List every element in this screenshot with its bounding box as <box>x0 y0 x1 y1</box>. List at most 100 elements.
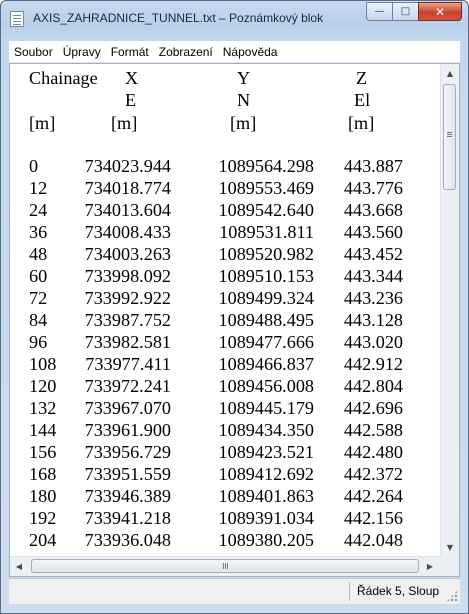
chainage-cell: 48 <box>29 244 48 264</box>
minimize-button[interactable]: — <box>366 2 392 21</box>
chainage-cell: 72 <box>29 288 48 308</box>
header-el: El <box>354 90 371 110</box>
elevation-cell: 443.668 <box>343 200 403 220</box>
elevation-cell: 442.156 <box>343 508 403 528</box>
chainage-cell: 120 <box>29 376 57 396</box>
notepad-window: AXIS_ZAHRADNICE_TUNNEL.txt – Poznámkový … <box>0 0 469 614</box>
elevation-cell: 443.236 <box>343 288 403 308</box>
vertical-scroll-thumb[interactable] <box>443 84 456 190</box>
elevation-cell: 443.344 <box>343 266 403 286</box>
northing-cell: 1089564.298 <box>218 156 314 176</box>
table-row: 60 733998.092 1089510.153 443.344 <box>10 265 440 289</box>
chainage-cell: 12 <box>29 178 48 198</box>
northing-cell: 1089531.811 <box>219 222 314 242</box>
table-row: 72 733992.922 1089499.324 443.236 <box>10 287 440 311</box>
easting-cell: 733941.218 <box>84 508 171 528</box>
easting-cell: 734003.263 <box>84 244 171 264</box>
elevation-cell: 442.912 <box>343 354 403 374</box>
scroll-up-arrow-icon[interactable]: ▲ <box>442 65 458 81</box>
header-unit-x: [m] <box>111 113 138 133</box>
window-title: AXIS_ZAHRADNICE_TUNNEL.txt – Poznámkový … <box>33 11 324 25</box>
caption-buttons: — □ ✕ <box>366 2 462 22</box>
easting-cell: 733977.411 <box>85 354 171 374</box>
header-z: Z <box>356 68 368 88</box>
title-bar[interactable]: AXIS_ZAHRADNICE_TUNNEL.txt – Poznámkový … <box>1 1 468 38</box>
vertical-scrollbar[interactable]: ▲ ▼ <box>440 64 459 557</box>
elevation-cell: 442.372 <box>343 464 403 484</box>
easting-cell: 733972.241 <box>84 376 171 396</box>
easting-cell: 734008.433 <box>84 222 171 242</box>
table-row: 96 733982.581 1089477.666 443.020 <box>10 331 440 355</box>
easting-cell: 733946.389 <box>84 486 171 506</box>
menu-upravy[interactable]: Úpravy <box>58 42 106 62</box>
table-row: 132 733967.070 1089445.179 442.696 <box>10 397 440 421</box>
table-row: 120 733972.241 1089456.008 442.804 <box>10 375 440 399</box>
table-row: 36 734008.433 1089531.811 443.560 <box>10 221 440 245</box>
northing-cell: 1089488.495 <box>218 310 314 330</box>
northing-cell: 1089499.324 <box>218 288 314 308</box>
northing-cell: 1089423.521 <box>218 442 314 462</box>
chainage-cell: 0 <box>29 156 39 176</box>
chainage-cell: 180 <box>29 486 57 506</box>
chainage-cell: 108 <box>29 354 57 374</box>
easting-cell: 733998.092 <box>84 266 171 286</box>
easting-cell: 733992.922 <box>84 288 171 308</box>
easting-cell: 733987.752 <box>84 310 171 330</box>
northing-cell: 1089391.034 <box>218 508 314 528</box>
text-editor[interactable]: Chainage X Y Z E N El [m] [m] [m] [m] 0 7… <box>9 63 460 577</box>
table-row: 0 734023.944 1089564.298 443.887 <box>10 155 440 179</box>
horizontal-scroll-thumb[interactable] <box>31 559 419 573</box>
easting-cell: 733961.900 <box>84 420 171 440</box>
maximize-button[interactable]: □ <box>392 2 418 21</box>
chainage-cell: 36 <box>29 222 48 242</box>
elevation-cell: 443.128 <box>343 310 403 330</box>
document-text[interactable]: Chainage X Y Z E N El [m] [m] [m] [m] 0 7… <box>10 64 440 556</box>
easting-cell: 734018.774 <box>84 178 171 198</box>
table-row: 48 734003.263 1089520.982 443.452 <box>10 243 440 267</box>
scroll-down-arrow-icon[interactable]: ▼ <box>442 539 458 555</box>
easting-cell: 733951.559 <box>84 464 171 484</box>
header-unit-z: [m] <box>348 113 375 133</box>
menu-zobrazeni[interactable]: Zobrazení <box>154 42 218 62</box>
close-button[interactable]: ✕ <box>418 2 462 21</box>
header-y: Y <box>237 68 251 88</box>
scroll-left-arrow-icon[interactable]: ◀ <box>11 558 27 574</box>
chainage-cell: 144 <box>29 420 57 440</box>
scrollbar-corner <box>440 556 459 576</box>
northing-cell: 1089412.692 <box>218 464 314 484</box>
chainage-cell: 84 <box>29 310 48 330</box>
chainage-cell: 132 <box>29 398 57 418</box>
northing-cell: 1089456.008 <box>218 376 314 396</box>
menu-bar: Soubor Úpravy Formát Zobrazení Nápověda <box>9 41 460 63</box>
chainage-cell: 168 <box>29 464 57 484</box>
elevation-cell: 443.776 <box>343 178 403 198</box>
menu-soubor[interactable]: Soubor <box>9 42 58 62</box>
grip-icon <box>447 132 452 133</box>
northing-cell: 1089380.205 <box>218 530 314 550</box>
table-row: 204 733936.048 1089380.205 442.048 <box>10 529 440 553</box>
horizontal-scrollbar[interactable]: ◀ ▶ <box>10 556 440 576</box>
resize-grip-icon[interactable] <box>446 590 458 602</box>
chainage-cell: 192 <box>29 508 57 528</box>
chainage-cell: 60 <box>29 266 48 286</box>
table-row: 84 733987.752 1089488.495 443.128 <box>10 309 440 333</box>
elevation-cell: 443.887 <box>343 156 403 176</box>
menu-napoveda[interactable]: Nápověda <box>218 42 283 62</box>
elevation-cell: 443.020 <box>343 332 403 352</box>
grip-icon <box>223 563 224 569</box>
northing-cell: 1089445.179 <box>218 398 314 418</box>
elevation-cell: 442.804 <box>343 376 403 396</box>
header-line-3: [m] [m] [m] [m] <box>10 112 440 136</box>
table-row: 108 733977.411 1089466.837 442.912 <box>10 353 440 377</box>
header-e: E <box>125 90 137 110</box>
elevation-cell: 443.560 <box>343 222 403 242</box>
header-x: X <box>125 68 139 88</box>
menu-format[interactable]: Formát <box>106 42 154 62</box>
chainage-cell: 156 <box>29 442 57 462</box>
scroll-right-arrow-icon[interactable]: ▶ <box>422 558 438 574</box>
notepad-icon[interactable] <box>10 11 24 27</box>
header-unit-y: [m] <box>230 113 257 133</box>
table-row: 192 733941.218 1089391.034 442.156 <box>10 507 440 531</box>
chainage-cell: 24 <box>29 200 48 220</box>
easting-cell: 733956.729 <box>84 442 171 462</box>
